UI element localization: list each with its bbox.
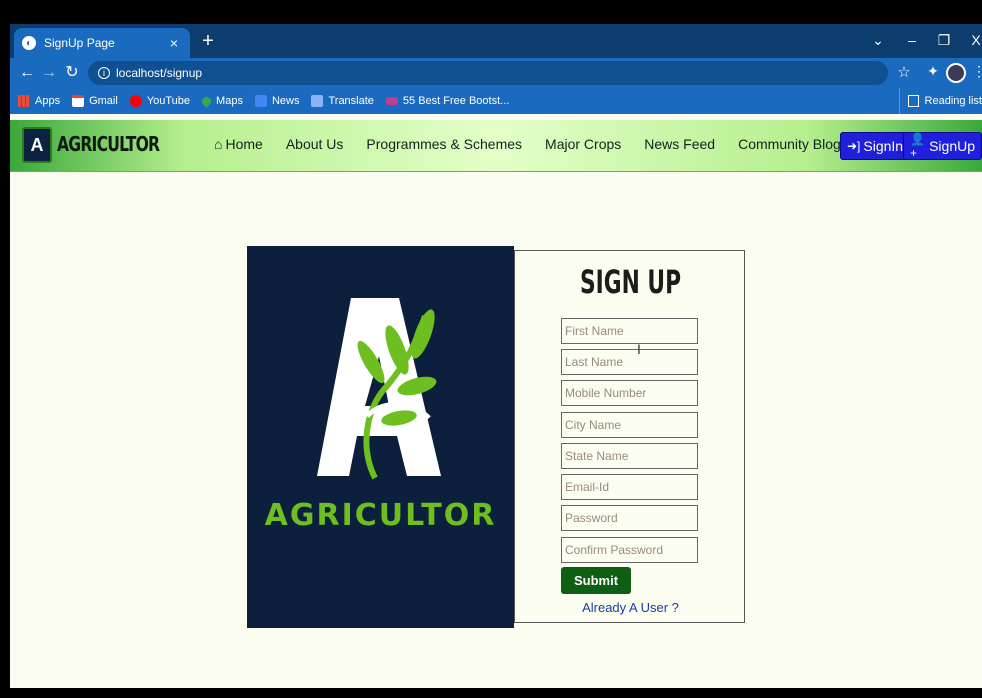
bookmark-youtube[interactable]: YouTube <box>129 95 190 107</box>
tab-search-dropdown-icon[interactable]: ⌄ <box>866 30 890 50</box>
tab-title: SignUp Page <box>44 36 115 50</box>
reload-icon[interactable]: ↻ <box>61 63 83 83</box>
new-tab-button[interactable]: + <box>198 30 218 52</box>
signup-form: SIGN UP First Name Last Name Mobile Numb… <box>514 250 745 623</box>
home-icon: ⌂ <box>214 136 223 152</box>
url-text: localhost/signup <box>116 66 203 80</box>
password-input[interactable]: Password <box>561 505 698 531</box>
hero-brand-text: AGRICULTOR <box>264 498 497 533</box>
address-bar[interactable]: i localhost/signup <box>88 61 888 85</box>
tab-strip: ◐ SignUp Page × + ⌄ – ❐ X <box>10 24 982 58</box>
confirm-password-input[interactable]: Confirm Password <box>561 537 698 563</box>
tab-close-icon[interactable]: × <box>166 35 182 51</box>
bookmark-star-icon[interactable]: ☆ <box>894 63 914 81</box>
signin-button[interactable]: ➜] SignIn <box>840 132 911 160</box>
first-name-input[interactable]: First Name <box>561 318 698 344</box>
signup-button[interactable]: 👤+ SignUp <box>903 132 982 160</box>
site-navbar: A AGRICULTOR ⌂ Home About Us Programmes &… <box>10 120 982 172</box>
email-input[interactable]: Email-Id <box>561 474 698 500</box>
reading-list-icon <box>907 95 919 107</box>
bookmark-bootstrap[interactable]: 55 Best Free Bootst... <box>385 95 509 107</box>
site-logo[interactable]: A <box>22 127 52 163</box>
minimize-button[interactable]: – <box>900 30 924 50</box>
user-plus-icon: 👤+ <box>910 132 925 160</box>
translate-icon <box>311 95 324 107</box>
nav-news-feed[interactable]: News Feed <box>644 136 715 152</box>
bookmark-maps[interactable]: Maps <box>200 94 243 108</box>
bootstrap-icon <box>385 97 398 105</box>
agricultor-logo-graphic <box>317 298 441 480</box>
chrome-favicon-icon: ◐ <box>22 36 36 50</box>
bookmark-translate[interactable]: Translate <box>311 95 374 107</box>
browser-window: ◐ SignUp Page × + ⌄ – ❐ X ← → ↻ i localh… <box>10 24 982 688</box>
news-icon <box>254 95 267 107</box>
bookmarks-bar: Apps Gmail YouTube Maps News Translate 5… <box>10 88 982 114</box>
toolbar: ← → ↻ i localhost/signup ☆ ✦ ⋮ <box>10 58 982 88</box>
site-brand[interactable]: AGRICULTOR <box>57 132 160 156</box>
tab-signup[interactable]: ◐ SignUp Page × <box>14 28 190 58</box>
bookmark-apps[interactable]: Apps <box>18 95 60 107</box>
submit-button[interactable]: Submit <box>561 567 631 594</box>
city-name-input[interactable]: City Name <box>561 412 698 438</box>
info-icon[interactable]: i <box>98 67 110 79</box>
state-name-input[interactable]: State Name <box>561 443 698 469</box>
window-frame: ◐ SignUp Page × + ⌄ – ❐ X ← → ↻ i localh… <box>0 0 982 698</box>
nav-links: ⌂ Home About Us Programmes & Schemes Majo… <box>214 136 864 152</box>
close-window-button[interactable]: X <box>964 30 982 50</box>
mobile-number-input[interactable]: Mobile Number <box>561 380 698 406</box>
bookmark-news[interactable]: News <box>254 95 299 107</box>
youtube-icon <box>129 95 142 107</box>
nav-about-us[interactable]: About Us <box>286 136 344 152</box>
forward-arrow-icon[interactable]: → <box>38 63 60 83</box>
apps-icon <box>18 95 30 107</box>
nav-programmes-schemes[interactable]: Programmes & Schemes <box>366 136 522 152</box>
hero-image: AGRICULTOR <box>247 246 514 628</box>
nav-home[interactable]: ⌂ Home <box>214 136 263 152</box>
gmail-icon <box>72 95 85 107</box>
reading-list-button[interactable]: Reading list <box>898 88 982 114</box>
back-arrow-icon[interactable]: ← <box>16 63 38 83</box>
already-user-link[interactable]: Already A User ? <box>515 600 746 615</box>
form-title: SIGN UP <box>579 263 682 301</box>
bookmark-gmail[interactable]: Gmail <box>72 95 118 107</box>
menu-kebab-icon[interactable]: ⋮ <box>972 63 982 80</box>
maps-icon <box>200 94 213 108</box>
text-cursor-icon: I <box>637 341 641 357</box>
nav-major-crops[interactable]: Major Crops <box>545 136 621 152</box>
restore-button[interactable]: ❐ <box>932 30 956 50</box>
extensions-puzzle-icon[interactable]: ✦ <box>924 63 942 80</box>
profile-avatar[interactable] <box>946 63 966 83</box>
signin-icon: ➜] <box>847 139 861 153</box>
nav-community-blog[interactable]: Community Blog <box>738 136 841 152</box>
last-name-input[interactable]: Last Name <box>561 349 698 375</box>
